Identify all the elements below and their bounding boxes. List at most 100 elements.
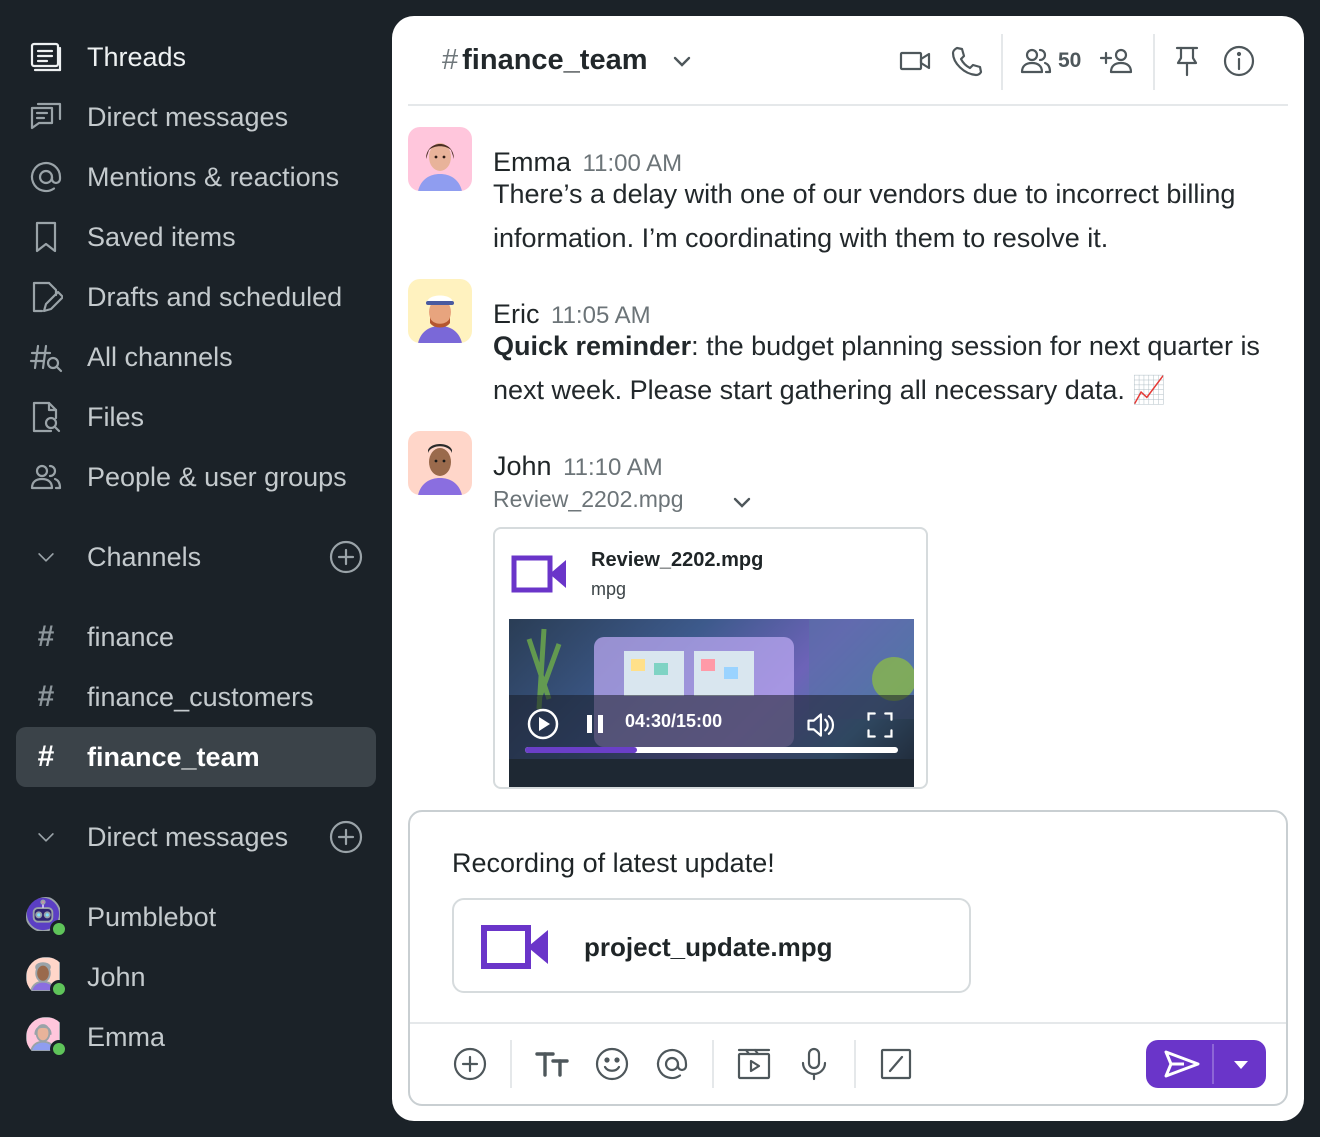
- hash-icon: #: [37, 740, 55, 773]
- nav-direct-messages[interactable]: Direct messages: [16, 87, 376, 147]
- file-type: mpg: [591, 579, 627, 599]
- fullscreen-icon[interactable]: [865, 710, 895, 740]
- message-item: Eric 11:05 AM Quick reminder: the budget…: [408, 279, 1288, 429]
- channel-item-finance-customers[interactable]: # finance_customers: [16, 667, 376, 727]
- video-file-icon: [481, 925, 548, 969]
- send-icon: [1164, 1050, 1200, 1078]
- hash-icon: #: [37, 680, 55, 713]
- channels-section-toggle[interactable]: Channels: [16, 527, 376, 587]
- emma-avatar[interactable]: [408, 127, 472, 191]
- eric-avatar[interactable]: [408, 279, 472, 343]
- message-composer[interactable]: Recording of latest update! project_upda…: [408, 810, 1288, 1106]
- online-status: [50, 1040, 68, 1058]
- add-member-icon[interactable]: [1099, 44, 1134, 78]
- composer-attachment[interactable]: project_update.mpg: [452, 898, 971, 993]
- attachment-name: project_update.mpg: [584, 932, 833, 962]
- nav-saved-items[interactable]: Saved items: [16, 207, 376, 267]
- slash-command-icon[interactable]: [878, 1046, 914, 1082]
- nav-threads[interactable]: Threads: [16, 27, 376, 87]
- message-text: Quick reminder: the budget planning sess…: [493, 324, 1293, 412]
- nav-all-channels[interactable]: All channels: [16, 327, 376, 387]
- channel-label: finance_customers: [87, 681, 314, 712]
- channels-header: Channels: [87, 541, 202, 572]
- volume-icon[interactable]: [805, 710, 835, 740]
- john-avatar[interactable]: [408, 431, 472, 495]
- chevron-down-icon[interactable]: [670, 49, 694, 73]
- composer-text[interactable]: Recording of latest update!: [452, 848, 775, 879]
- video-progress-fill: [525, 747, 637, 753]
- file-name: Review_2202.mpg: [591, 549, 764, 571]
- video-time: 04:30/15:00: [625, 711, 723, 731]
- text-format-icon[interactable]: [534, 1046, 570, 1082]
- channel-header: # finance_team 50: [408, 16, 1288, 106]
- dm-header: Direct messages: [87, 821, 289, 852]
- dm-section-toggle[interactable]: Direct messages: [16, 807, 376, 867]
- nav-people[interactable]: People & user groups: [16, 447, 376, 507]
- nav-mentions[interactable]: Mentions & reactions: [16, 147, 376, 207]
- dm-label: John: [87, 961, 146, 992]
- message-time: 11:10 AM: [563, 454, 663, 481]
- nav-files[interactable]: Files: [16, 387, 376, 447]
- emoji-icon[interactable]: [594, 1046, 630, 1082]
- channel-item-finance-team[interactable]: # finance_team: [16, 727, 376, 787]
- nav-drafts[interactable]: Drafts and scheduled: [16, 267, 376, 327]
- send-options-icon[interactable]: [1229, 1052, 1253, 1076]
- dm-item-pumblebot[interactable]: Pumblebot: [16, 887, 376, 947]
- channel-name: finance_team: [462, 44, 648, 76]
- nav-label: All channels: [87, 341, 233, 372]
- threads-icon: [28, 39, 64, 75]
- file-search-icon: [28, 399, 64, 435]
- direct-messages-icon: [28, 99, 64, 135]
- file-label: Review_2202.mpg: [493, 486, 684, 512]
- dm-item-john[interactable]: John: [16, 947, 376, 1007]
- video-file-icon: [511, 555, 566, 593]
- phone-icon[interactable]: [949, 44, 983, 78]
- nav-label: Threads: [87, 41, 187, 72]
- nav-label: Files: [87, 401, 145, 432]
- send-button[interactable]: [1146, 1040, 1266, 1088]
- members-icon[interactable]: [1019, 44, 1053, 78]
- author-name[interactable]: John: [493, 451, 552, 481]
- channel-item-finance[interactable]: # finance: [16, 607, 376, 667]
- message-text: There’s a delay with one of our vendors …: [493, 179, 1236, 253]
- add-channel-icon[interactable]: [328, 539, 364, 575]
- dm-label: Pumblebot: [87, 901, 217, 932]
- composer-toolbar: [410, 1022, 1286, 1106]
- channel-label: finance: [87, 621, 175, 652]
- add-dm-icon[interactable]: [328, 819, 364, 855]
- channel-title[interactable]: # finance_team: [442, 44, 694, 77]
- nav-label: People & user groups: [87, 461, 347, 492]
- sidebar: Threads Direct messages Mentions & react…: [0, 0, 392, 1137]
- nav-label: Direct messages: [87, 101, 289, 132]
- chevron-down-icon[interactable]: [730, 490, 754, 514]
- info-icon[interactable]: [1222, 44, 1256, 78]
- draft-icon: [28, 279, 64, 315]
- channel-label: finance_team: [87, 741, 260, 772]
- dm-item-emma[interactable]: Emma: [16, 1007, 376, 1067]
- people-icon: [28, 459, 64, 495]
- pin-icon[interactable]: [1170, 44, 1204, 78]
- main-panel: # finance_team 50 Emma 11:00 AM There’s …: [392, 16, 1304, 1121]
- nav-label: Drafts and scheduled: [87, 281, 343, 312]
- pause-icon[interactable]: [583, 712, 607, 736]
- dm-label: Emma: [87, 1021, 166, 1052]
- at-icon: [28, 159, 64, 195]
- online-status: [50, 920, 68, 938]
- microphone-icon[interactable]: [796, 1046, 832, 1082]
- video-call-icon[interactable]: [898, 44, 932, 78]
- message-header: John 11:10 AM: [493, 451, 663, 482]
- add-attachment-icon[interactable]: [452, 1046, 488, 1082]
- nav-label: Saved items: [87, 221, 236, 252]
- video-player[interactable]: 04:30/15:00: [509, 619, 914, 787]
- record-video-icon[interactable]: [736, 1046, 772, 1082]
- member-count[interactable]: 50: [1058, 49, 1081, 73]
- chevron-down-icon: [28, 539, 64, 575]
- play-icon[interactable]: [526, 707, 560, 741]
- send-divider: [1212, 1044, 1214, 1084]
- video-attachment[interactable]: Review_2202.mpg mpg 04:30/15:00: [493, 527, 928, 789]
- toolbar-divider: [854, 1040, 856, 1088]
- mention-icon[interactable]: [654, 1046, 690, 1082]
- channel-search-icon: [28, 339, 64, 375]
- bookmark-icon: [28, 219, 64, 255]
- toolbar-divider: [712, 1040, 714, 1088]
